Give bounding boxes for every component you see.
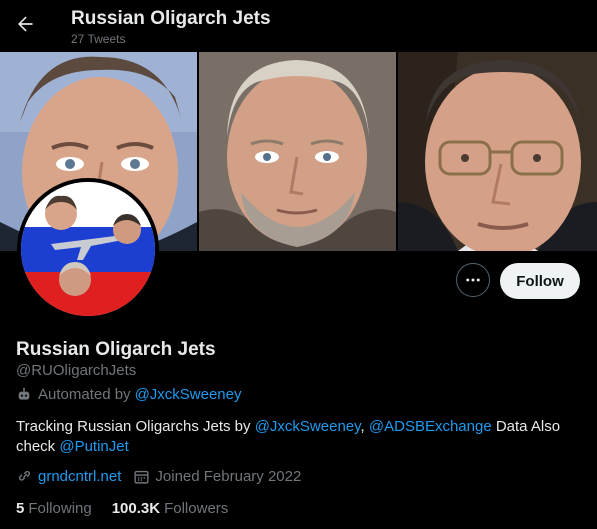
profile-meta: grndcntrl.net Joined February 2022: [16, 468, 313, 485]
profile-bio: Tracking Russian Oligarchs Jets by @Jxck…: [16, 417, 586, 457]
following-count: 5: [16, 500, 25, 517]
tweet-count: 27 Tweets: [71, 32, 126, 46]
link-icon: [18, 470, 31, 481]
banner-photo-middle: [199, 52, 396, 251]
profile-avatar[interactable]: [17, 178, 159, 320]
profile-handle: @RUOligarchJets: [16, 362, 137, 379]
joined-date: Joined February 2022: [155, 468, 302, 485]
bio-link-adsbexchange[interactable]: @ADSBExchange: [369, 418, 492, 435]
bio-link-jxcksweeney[interactable]: @JxckSweeney: [255, 418, 361, 435]
robot-icon: [18, 387, 30, 400]
automated-by-link[interactable]: @JxckSweeney: [135, 386, 242, 403]
following-stat[interactable]: 5 Following: [16, 500, 92, 517]
followers-stat[interactable]: 100.3K Followers: [112, 500, 229, 517]
joined-item: Joined February 2022: [133, 468, 301, 485]
back-button[interactable]: [10, 9, 40, 39]
automated-label: Automated by @JxckSweeney: [16, 386, 242, 403]
more-icon: [466, 278, 480, 282]
back-arrow-icon: [18, 16, 33, 32]
top-bar: Russian Oligarch Jets 27 Tweets: [0, 0, 597, 52]
bio-text-1: Tracking Russian Oligarchs Jets by: [16, 418, 255, 435]
header-title: Russian Oligarch Jets: [71, 8, 271, 29]
bio-separator: ,: [360, 418, 369, 435]
follow-stats: 5 Following 100.3K Followers: [16, 500, 248, 517]
website-item: grndcntrl.net: [16, 468, 121, 485]
bio-link-putinjet[interactable]: @PutinJet: [59, 438, 128, 455]
followers-label: Followers: [164, 500, 229, 517]
follow-button[interactable]: Follow: [500, 263, 580, 299]
followers-count: 100.3K: [111, 500, 161, 517]
calendar-icon: [134, 470, 149, 484]
profile-name: Russian Oligarch Jets: [16, 339, 216, 360]
more-options-button[interactable]: [456, 263, 490, 297]
website-link[interactable]: grndcntrl.net: [38, 468, 121, 485]
banner-photo-right: [398, 52, 597, 251]
following-label: Following: [28, 500, 92, 517]
automated-prefix: Automated by: [38, 386, 131, 403]
